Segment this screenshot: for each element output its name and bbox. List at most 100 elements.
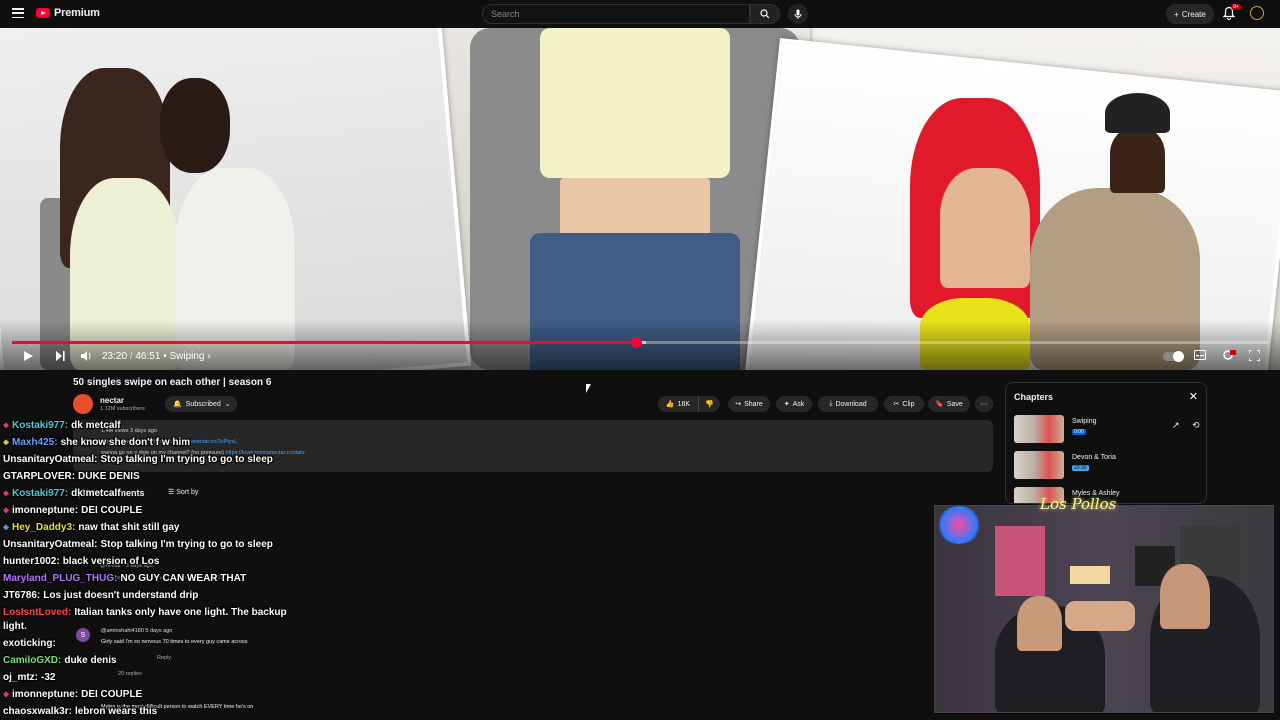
video-figure xyxy=(1105,93,1170,133)
account-avatar[interactable] xyxy=(1250,6,1264,20)
neon-sign: Los Pollos xyxy=(1040,495,1117,513)
chat-message: GTARPLOVER: DUKE DENIS xyxy=(3,471,140,482)
sort-icon: ☰ xyxy=(168,489,177,496)
like-count: 18K xyxy=(677,400,691,408)
chat-username[interactable]: UnsanitaryOatmeal: xyxy=(3,454,97,465)
chat-username[interactable]: Maxh425: xyxy=(12,437,58,448)
share-icon: ↪ xyxy=(735,401,742,408)
chat-username[interactable]: UnsanitaryOatmeal: xyxy=(3,539,97,550)
dislike-button[interactable]: 👎 xyxy=(698,396,720,412)
create-label: Create xyxy=(1181,9,1206,19)
time-current: 23:20 xyxy=(102,351,128,362)
share-icon[interactable]: ↗ xyxy=(1172,420,1180,431)
chat-username[interactable]: CamiloGXD: xyxy=(3,655,61,666)
played-bar xyxy=(12,341,637,344)
chapter-label[interactable]: Swiping xyxy=(169,351,204,362)
chat-username[interactable]: imonneptune: xyxy=(12,689,78,700)
reply-button[interactable]: Reply xyxy=(157,655,171,661)
chat-text: Stop talking I'm trying to go to sleep xyxy=(100,539,273,550)
chapter-time: 0:00 xyxy=(1072,429,1086,435)
chat-username[interactable]: Kostaki977: xyxy=(12,488,68,499)
chapter-item[interactable]: Swiping 0:00 ↗ ⟲ xyxy=(1014,415,1204,447)
chevron-down-icon: ⌄ xyxy=(224,401,231,408)
search-input[interactable]: Search xyxy=(482,4,750,24)
chapter-time: 23:20 xyxy=(1072,465,1089,471)
play-icon[interactable] xyxy=(22,350,34,362)
chat-text: NO GUY CAN WEAR THAT xyxy=(120,573,247,584)
player-controls: 23:20 / 46:51 • Swiping › xyxy=(0,347,1280,367)
chat-username[interactable]: hunter1002: xyxy=(3,556,60,567)
pointing-hand xyxy=(1065,601,1135,631)
chat-username[interactable]: JT6786: xyxy=(3,590,40,601)
youtube-logo[interactable]: Premium xyxy=(36,7,100,19)
channel-name[interactable]: nectar xyxy=(100,396,124,405)
chat-badge-icon xyxy=(3,422,9,429)
video-figure xyxy=(560,178,710,238)
notification-badge: 9+ xyxy=(1231,4,1241,10)
video-figure xyxy=(1110,128,1165,193)
channel-avatar[interactable] xyxy=(73,394,93,414)
like-button[interactable]: 👍 18K xyxy=(658,396,698,412)
chapter-item[interactable]: Devon & Toria 23:20 xyxy=(1014,451,1204,483)
repeat-icon[interactable]: ⟲ xyxy=(1192,420,1200,431)
person-left-face xyxy=(1017,596,1062,651)
chat-username[interactable]: GTARPLOVER: xyxy=(3,471,75,482)
settings-gear-icon[interactable] xyxy=(1222,349,1236,361)
chat-username[interactable]: Hey_Daddy3: xyxy=(12,522,75,533)
chapters-title: Chapters xyxy=(1014,392,1054,402)
chat-username[interactable]: LosIsntLoved: xyxy=(3,607,71,618)
chat-message: hunter1002: black version of Los xyxy=(3,556,159,567)
chat-message: chaosxwalk3r: lebron wears this xyxy=(3,706,157,717)
autoplay-toggle[interactable] xyxy=(1163,351,1184,362)
bookmark-icon: 🔖 xyxy=(935,401,944,408)
chevron-right-icon: › xyxy=(207,351,211,362)
menu-icon[interactable] xyxy=(12,8,24,18)
chat-username[interactable]: chaosxwalk3r: xyxy=(3,706,72,717)
top-bar: Premium Search + Create 9+ xyxy=(0,0,1280,28)
fullscreen-icon[interactable] xyxy=(1249,350,1260,361)
create-button[interactable]: + Create xyxy=(1166,4,1214,24)
comment-avatar[interactable]: S xyxy=(76,628,90,642)
chapter-name: Swiping xyxy=(1072,418,1097,425)
comment-author[interactable]: @aminshahi4180 5 days ago xyxy=(101,628,172,634)
time-display: 23:20 / 46:51 • Swiping › xyxy=(102,351,211,362)
close-icon[interactable]: ✕ xyxy=(1189,390,1198,403)
replies-toggle[interactable]: 20 replies xyxy=(118,671,142,677)
sort-label: Sort by xyxy=(176,489,199,496)
chat-message: Kostaki977: dk metcalf xyxy=(3,488,121,499)
voice-search-button[interactable] xyxy=(788,4,808,24)
seek-bar[interactable] xyxy=(12,337,1268,348)
ask-button[interactable]: ✦ Ask xyxy=(776,396,812,412)
chat-text: light. xyxy=(3,621,27,632)
chat-text: -32 xyxy=(41,672,56,683)
chat-username[interactable]: Maryland_PLUG_THUG: xyxy=(3,573,117,584)
chat-message: oj_mtz: -32 xyxy=(3,672,55,683)
more-icon: ⋯ xyxy=(980,401,988,408)
chapter-thumbnail xyxy=(1014,415,1064,443)
youtube-play-icon xyxy=(36,8,50,18)
share-button[interactable]: ↪ Share xyxy=(728,396,770,412)
mouse-cursor xyxy=(586,384,591,393)
clip-button[interactable]: ✂ Clip xyxy=(884,396,924,412)
neon-logo xyxy=(936,506,982,544)
subscribed-button[interactable]: 🔔 Subscribed ⌄ xyxy=(165,396,237,412)
video-player[interactable] xyxy=(0,28,1280,370)
chat-username[interactable]: exoticking: xyxy=(3,638,56,649)
save-button[interactable]: 🔖 Save xyxy=(928,396,970,412)
search-icon xyxy=(760,9,770,19)
sort-by-button[interactable]: ☰ Sort by xyxy=(168,488,198,496)
chat-message: UnsanitaryOatmeal: Stop talking I'm tryin… xyxy=(3,454,273,465)
chat-username[interactable]: imonneptune: xyxy=(12,505,78,516)
chat-username[interactable]: Kostaki977: xyxy=(12,420,68,431)
chat-message: CamiloGXD: duke denis xyxy=(3,655,117,666)
microphone-icon xyxy=(794,9,802,19)
volume-icon[interactable] xyxy=(80,350,93,362)
subtitles-icon[interactable] xyxy=(1194,350,1206,360)
download-button[interactable]: ⤓ Download xyxy=(818,396,878,412)
subscriber-count: 1.12M subscribers xyxy=(100,406,145,412)
next-icon[interactable] xyxy=(54,350,66,362)
chat-username[interactable]: oj_mtz: xyxy=(3,672,38,683)
chat-text: she know she don't f w him xyxy=(60,437,191,448)
more-actions-button[interactable]: ⋯ xyxy=(975,396,993,412)
search-button[interactable] xyxy=(750,4,780,24)
